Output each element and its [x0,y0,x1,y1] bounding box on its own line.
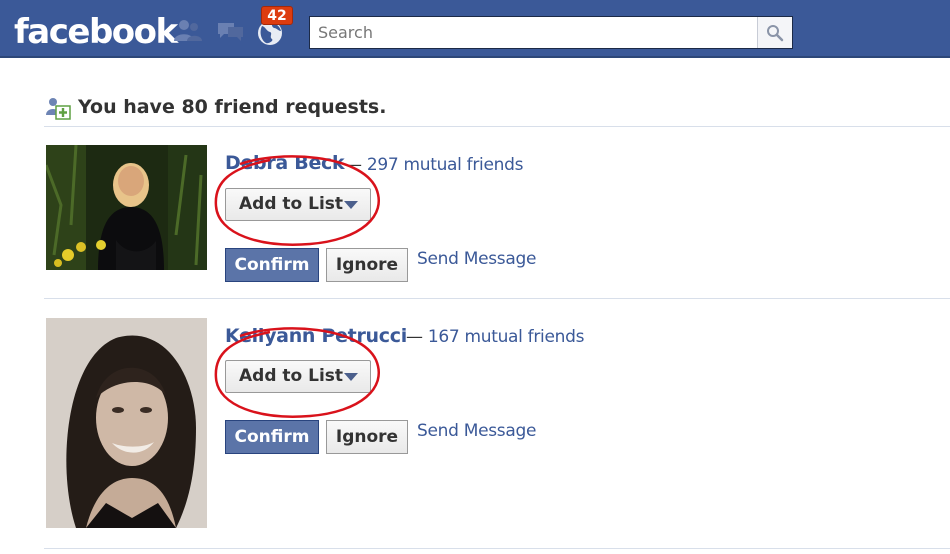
mutual-friends-link[interactable]: — 297 mutual friends [345,155,523,175]
chevron-down-icon [344,201,358,209]
search-button[interactable] [757,17,792,48]
divider [44,298,950,299]
chevron-down-icon [344,373,358,381]
search-icon [767,25,784,42]
divider [44,548,950,549]
mutual-friends-count[interactable]: 297 mutual friends [367,155,524,175]
facebook-logo[interactable]: facebook [14,9,178,55]
confirm-button[interactable]: Confirm [225,420,319,454]
requester-name[interactable]: Debra Beck [225,152,345,174]
add-to-list-button[interactable]: Add to List [225,188,371,221]
send-message-link[interactable]: Send Message [417,249,536,269]
ignore-button[interactable]: Ignore [326,248,408,282]
name-separator: — [406,327,423,347]
add-to-list-label: Add to List [239,194,344,214]
friend-requests-icon[interactable] [172,17,202,45]
messages-icon[interactable] [214,17,243,45]
add-to-list-button[interactable]: Add to List [225,360,371,393]
ignore-button[interactable]: Ignore [326,420,408,454]
divider [44,126,950,127]
notifications-count-badge[interactable]: 42 [261,6,293,25]
friend-request-add-icon [46,98,71,120]
search-box [309,16,793,49]
profile-photo[interactable] [46,318,207,528]
profile-photo[interactable] [46,145,207,270]
top-navigation-bar: facebook 42 [0,0,950,58]
top-bar-border [0,56,950,58]
search-input[interactable] [310,17,758,48]
name-separator: — [345,155,362,175]
mutual-friends-count[interactable]: 167 mutual friends [428,327,585,347]
requester-name[interactable]: Kellyann Petrucci [225,325,407,347]
add-to-list-label: Add to List [239,366,344,386]
friend-requests-summary: You have 80 friend requests. [78,96,387,118]
mutual-friends-link[interactable]: — 167 mutual friends [406,327,584,347]
send-message-link[interactable]: Send Message [417,421,536,441]
confirm-button[interactable]: Confirm [225,248,319,282]
